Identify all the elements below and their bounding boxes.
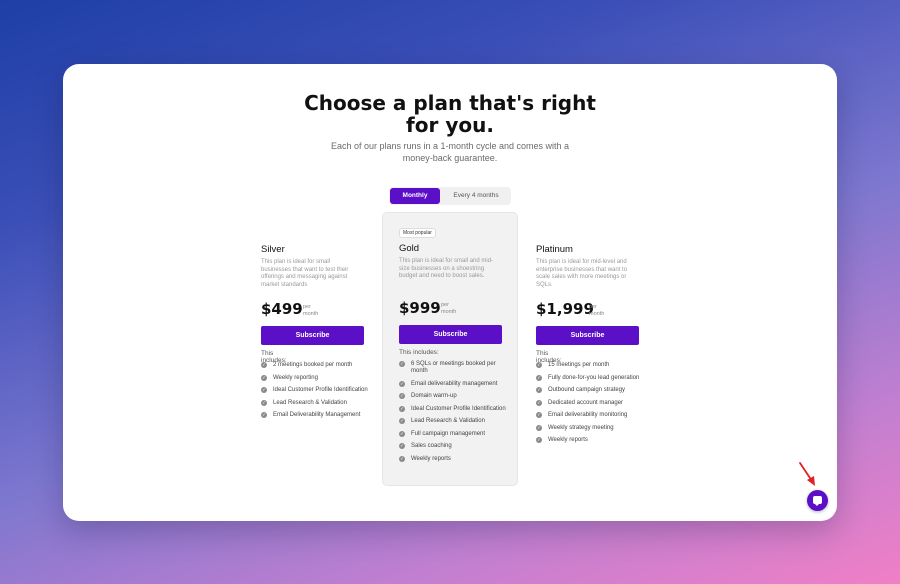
check-circle-icon: ✓ xyxy=(536,437,542,443)
check-circle-icon: ✓ xyxy=(536,362,542,368)
pricing-card: Choose a plan that's right for you. Each… xyxy=(63,64,837,521)
feature-list: ✓ 6 SQLs or meetings booked per month ✓ Ema… xyxy=(399,361,511,468)
most-popular-badge: Most popular xyxy=(399,228,436,238)
check-circle-icon: ✓ xyxy=(261,399,267,406)
feature-text: Email deliverability monitoring xyxy=(548,412,628,418)
check-circle-icon: ✓ xyxy=(399,430,405,437)
check-circle-icon: ✓ xyxy=(536,387,542,393)
feature-text: Sales coaching xyxy=(411,443,452,449)
check-circle-icon: ✓ xyxy=(261,374,267,381)
feature-item: ✓ 2 meetings booked per month xyxy=(261,362,373,369)
check-circle-icon: ✓ xyxy=(536,399,542,406)
check-circle-icon: ✓ xyxy=(399,393,405,399)
page-title-line-1: Choose a plan that's right xyxy=(304,91,596,115)
includes-label: This includes: xyxy=(399,349,439,356)
chat-bubble-icon xyxy=(813,496,822,506)
check-circle-icon: ✓ xyxy=(261,362,267,368)
plan-description: This plan is ideal for small businesses … xyxy=(261,259,349,288)
red-arrow-icon xyxy=(799,462,815,486)
feature-text: Email deliverability management xyxy=(411,380,498,387)
price-period: per month xyxy=(303,304,318,317)
page-title-line-2: for you. xyxy=(406,113,494,137)
chat-launcher-button[interactable] xyxy=(807,490,828,511)
feature-list: ✓ 15 meetings per month ✓ Fully done-for-yo… xyxy=(536,362,648,450)
feature-item: ✓ Weekly reports xyxy=(536,437,648,444)
feature-list: ✓ 2 meetings booked per month ✓ Weekly repo… xyxy=(261,362,373,425)
feature-item: ✓ Ideal Customer Profile Identification xyxy=(261,387,373,394)
feature-item: ✓ Fully done-for-you lead generation xyxy=(536,374,648,382)
feature-text: Domain warm-up xyxy=(411,393,457,399)
feature-item: ✓ Dedicated account manager xyxy=(536,399,648,407)
check-circle-icon: ✓ xyxy=(261,387,267,393)
price-period-line-2: month xyxy=(441,308,457,315)
plan-gold: Most popular Gold This plan is ideal for… xyxy=(382,212,518,486)
feature-text: Fully done-for-you lead generation xyxy=(548,374,640,381)
feature-item: ✓ Outbound campaign strategy xyxy=(536,387,648,394)
feature-text: Weekly reports xyxy=(411,455,451,462)
page-title: Choose a plan that's right for you. xyxy=(63,92,837,136)
plan-price: $1,999 xyxy=(536,300,594,318)
feature-item: ✓ Email deliverability monitoring xyxy=(536,412,648,419)
subscribe-button[interactable]: Subscribe xyxy=(399,325,502,344)
feature-item: ✓ Lead Research & Validation xyxy=(261,399,373,407)
check-circle-icon: ✓ xyxy=(399,361,405,367)
check-circle-icon: ✓ xyxy=(399,380,405,387)
feature-text: Ideal Customer Profile Identification xyxy=(411,405,506,412)
feature-text: 6 SQLs or meetings booked per month xyxy=(411,361,496,374)
page-subtitle-line-2: money-back guarantee. xyxy=(402,153,498,163)
check-circle-icon: ✓ xyxy=(399,418,405,424)
check-circle-icon: ✓ xyxy=(399,405,405,412)
price-period: per month xyxy=(441,302,456,315)
plan-name: Gold xyxy=(399,243,420,254)
toggle-monthly[interactable]: Monthly xyxy=(390,188,440,204)
check-circle-icon: ✓ xyxy=(536,374,542,381)
feature-text: 2 meetings booked per month xyxy=(273,362,353,368)
feature-item: ✓ Full campaign management xyxy=(399,430,511,438)
plan-description: This plan is ideal for small and mid-siz… xyxy=(399,258,494,279)
feature-item: ✓ Email deliverability management xyxy=(399,380,511,388)
feature-item: ✓ Weekly reports xyxy=(399,455,511,463)
check-circle-icon: ✓ xyxy=(261,412,267,418)
feature-item: ✓ Weekly reporting xyxy=(261,374,373,382)
feature-text: Weekly reports xyxy=(548,437,588,443)
feature-text: Full campaign management xyxy=(411,430,486,437)
feature-text: Email Deliverability Management xyxy=(273,412,361,418)
toggle-every-4-months[interactable]: Every 4 months xyxy=(444,188,508,204)
feature-text: Lead Research & Validation xyxy=(411,418,485,424)
price-period-line-2: month xyxy=(303,310,319,317)
feature-text: Outbound campaign strategy xyxy=(548,387,626,393)
subscribe-button[interactable]: Subscribe xyxy=(536,326,639,345)
price-period-line-2: month xyxy=(589,310,605,317)
feature-item: ✓ Sales coaching xyxy=(399,443,511,450)
feature-item: ✓ Weekly strategy meeting xyxy=(536,424,648,432)
plan-name: Platinum xyxy=(536,244,573,255)
feature-text: Weekly reporting xyxy=(273,374,318,381)
feature-item: ✓ Email Deliverability Management xyxy=(261,412,373,419)
subscribe-button[interactable]: Subscribe xyxy=(261,326,364,345)
check-circle-icon: ✓ xyxy=(399,455,405,462)
feature-item: ✓ Ideal Customer Profile Identification xyxy=(399,405,511,413)
feature-text: 15 meetings per month xyxy=(548,362,610,368)
check-circle-icon: ✓ xyxy=(536,424,542,431)
feature-item: ✓ Domain warm-up xyxy=(399,393,511,400)
plan-price: $499 xyxy=(261,300,303,318)
feature-item: ✓ 6 SQLs or meetings booked per month xyxy=(399,361,511,375)
check-circle-icon: ✓ xyxy=(536,412,542,418)
page-subtitle: Each of our plans runs in a 1-month cycl… xyxy=(63,140,837,164)
feature-item: ✓ Lead Research & Validation xyxy=(399,418,511,425)
check-circle-icon: ✓ xyxy=(399,443,405,449)
feature-text: Lead Research & Validation xyxy=(273,399,347,406)
feature-text: Dedicated account manager xyxy=(548,399,624,406)
feature-text: Weekly strategy meeting xyxy=(548,424,614,431)
plan-name: Silver xyxy=(261,244,285,255)
page-subtitle-line-1: Each of our plans runs in a 1-month cycl… xyxy=(330,141,570,151)
plan-price: $999 xyxy=(399,299,441,317)
plan-description: This plan is ideal for mid-level and ent… xyxy=(536,259,628,288)
feature-text: Ideal Customer Profile Identification xyxy=(273,387,368,393)
price-period: per month xyxy=(589,304,604,317)
billing-period-toggle: Monthly Every 4 months xyxy=(389,187,511,205)
feature-item: ✓ 15 meetings per month xyxy=(536,362,648,369)
